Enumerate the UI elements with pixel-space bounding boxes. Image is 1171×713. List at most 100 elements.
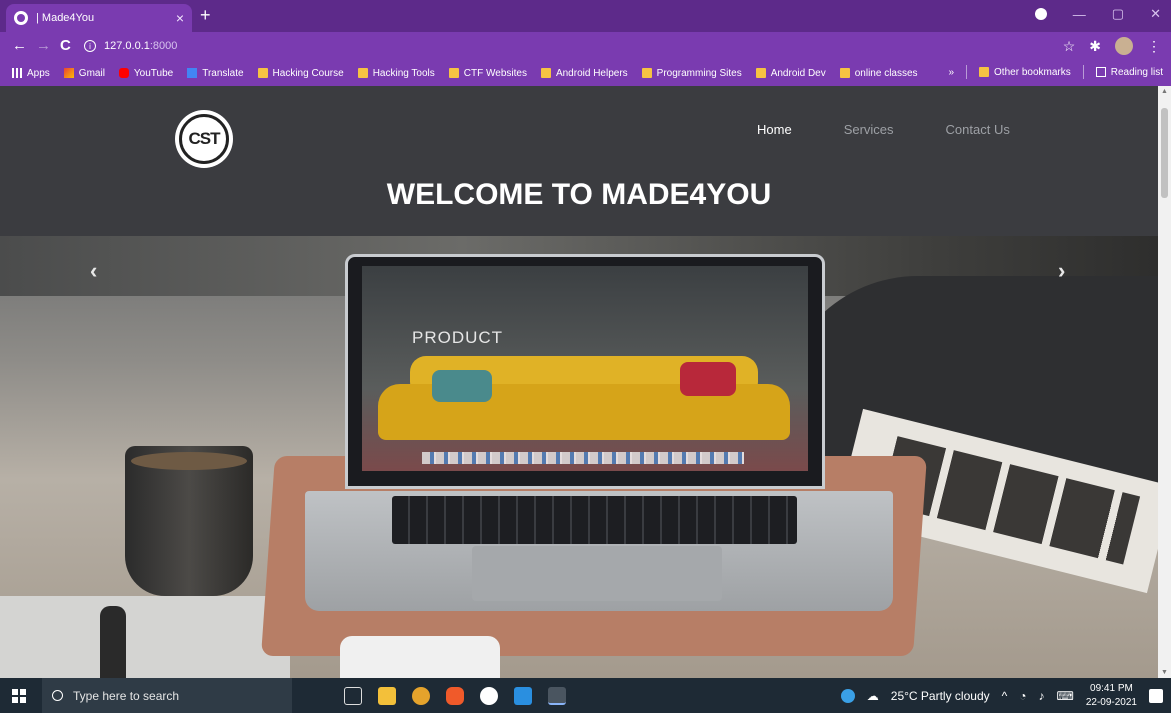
clock-time: 09:41 PM [1090,682,1133,694]
file-explorer-icon[interactable] [378,686,396,705]
screen: | Made4You × + — ▢ ✕ ← → C i 127.0.0.1:8… [0,0,1171,713]
avatar[interactable] [1115,37,1133,55]
taskbar-search[interactable]: Type here to search [42,678,292,713]
menu-icon[interactable]: ⋮ [1147,38,1161,55]
bookmarks-bar: Apps Gmail YouTube Translate Hacking Cou… [0,60,1171,86]
screen-product-text: PRODUCT [412,328,504,347]
bookmark-label: CTF Websites [463,67,527,79]
url-host: 127.0.0.1 [104,40,150,52]
folder-icon [357,68,368,78]
other-bookmarks[interactable]: Other bookmarks [979,67,1071,78]
vscode-icon[interactable] [514,686,532,705]
bookmark-hacking-tools[interactable]: Hacking Tools [357,68,435,79]
task-view-icon[interactable] [344,686,362,705]
nav-home[interactable]: Home [757,122,792,137]
bookmark-label: YouTube [133,67,174,79]
chevron-up-icon[interactable]: ^ [1002,689,1008,703]
web-page: CST Home Services Contact Us WELCOME TO … [0,86,1158,678]
taskbar: Type here to search ☁ 25°C Partly cloudy… [0,678,1171,713]
scroll-up-icon[interactable]: ▲ [1161,88,1168,95]
tab-title: | Made4You [36,12,95,24]
volume-icon[interactable]: ♪ [1039,689,1045,703]
tab-close-icon[interactable]: × [176,10,184,26]
reading-list[interactable]: Reading list [1095,66,1163,78]
bookmark-label: Reading list [1110,66,1163,78]
close-window-icon[interactable]: ✕ [1150,6,1161,22]
bookmark-online-classes[interactable]: online classes [839,67,918,79]
network-icon[interactable]: ◔ [1019,689,1026,703]
search-icon [52,690,63,701]
info-icon[interactable]: i [84,40,96,52]
minimize-icon[interactable]: — [1073,7,1086,22]
chrome-icon[interactable] [412,686,430,705]
youtube-icon [118,68,129,78]
forward-icon[interactable]: → [36,37,51,54]
browser-tab[interactable]: | Made4You × [6,4,192,32]
folder-icon [540,68,551,78]
carousel-next-icon[interactable]: › [1058,258,1065,284]
nav-contact-us[interactable]: Contact Us [946,122,1010,137]
taskbar-apps [344,686,566,705]
bookmark-hacking-course[interactable]: Hacking Course [257,68,344,79]
system-tray: ☁ 25°C Partly cloudy ^ ◔ ♪ ⌨ 09:41 PM 22… [840,678,1163,713]
url-field[interactable]: i 127.0.0.1:8000 [84,36,1084,56]
notifications-icon[interactable] [1149,688,1163,703]
clock[interactable]: 09:41 PM 22-09-2021 [1086,682,1137,710]
keyboard-shape [392,496,797,544]
carousel-prev-icon[interactable]: ‹ [90,258,97,284]
bookmark-programming-sites[interactable]: Programming Sites [641,68,742,79]
windows-start-icon[interactable] [12,688,26,703]
app-icon[interactable] [548,686,566,705]
clock-date: 22-09-2021 [1085,696,1137,708]
bookmark-ctf-websites[interactable]: CTF Websites [448,67,527,79]
pen-shape [100,606,126,678]
site-logo[interactable]: CST [175,110,233,168]
bookmark-label: online classes [854,67,918,79]
bookmark-label: Android Dev [770,67,826,79]
bookmarks-right: » Other bookmarks Reading list [948,65,1163,79]
keyboard-icon[interactable]: ⌨ [1057,689,1074,703]
dock-shape [422,452,744,464]
folder-icon [257,68,268,78]
bookmark-android-helpers[interactable]: Android Helpers [540,67,628,79]
back-icon[interactable]: ← [12,37,27,54]
maximize-icon[interactable]: ▢ [1112,6,1124,22]
folder-icon [979,67,990,77]
nav-services[interactable]: Services [844,122,894,137]
bookmark-overflow-button[interactable]: » [948,67,954,78]
star-icon[interactable]: ☆ [1063,38,1076,55]
bookmark-apps[interactable]: Apps [12,68,50,79]
site-nav: Home Services Contact Us [757,122,1010,137]
paper-shape [0,596,290,678]
help-icon[interactable] [840,688,855,703]
bookmark-translate[interactable]: Translate [187,68,244,79]
apps-icon [12,68,22,78]
search-placeholder: Type here to search [73,688,180,703]
tab-strip: | Made4You × + — ▢ ✕ [0,0,1171,32]
new-tab-button[interactable]: + [200,6,211,24]
hero-carousel: PRODUCT ‹ › [0,236,1158,678]
translate-icon [187,68,198,78]
bookmark-label: Other bookmarks [994,66,1071,78]
phone-shape [340,636,500,678]
reload-icon[interactable]: C [60,37,71,54]
page-title: WELCOME TO MADE4YOU [386,178,772,211]
folder-icon [641,68,652,78]
weather-icon[interactable]: ☁ [867,689,879,703]
toolbar-actions: ☆ ✱ ⋮ [1063,37,1161,55]
bookmark-android-dev[interactable]: Android Dev [755,67,826,79]
profile-icon[interactable] [1034,8,1047,20]
extensions-icon[interactable]: ✱ [1089,38,1101,55]
bookmark-label: Apps [27,67,50,79]
brave-icon[interactable] [446,686,464,705]
github-desktop-icon[interactable] [480,686,498,705]
bookmark-gmail[interactable]: Gmail [63,68,105,79]
bookmark-label: Android Helpers [555,67,628,79]
url-port: :8000 [149,40,178,52]
page-scrollbar[interactable]: ▲ ▼ [1158,86,1171,678]
bookmark-youtube[interactable]: YouTube [118,67,174,79]
scroll-down-icon[interactable]: ▼ [1161,669,1168,676]
weather-text[interactable]: 25°C Partly cloudy [891,689,990,703]
trackpad-shape [472,546,722,601]
scrollbar-thumb[interactable] [1161,108,1168,198]
